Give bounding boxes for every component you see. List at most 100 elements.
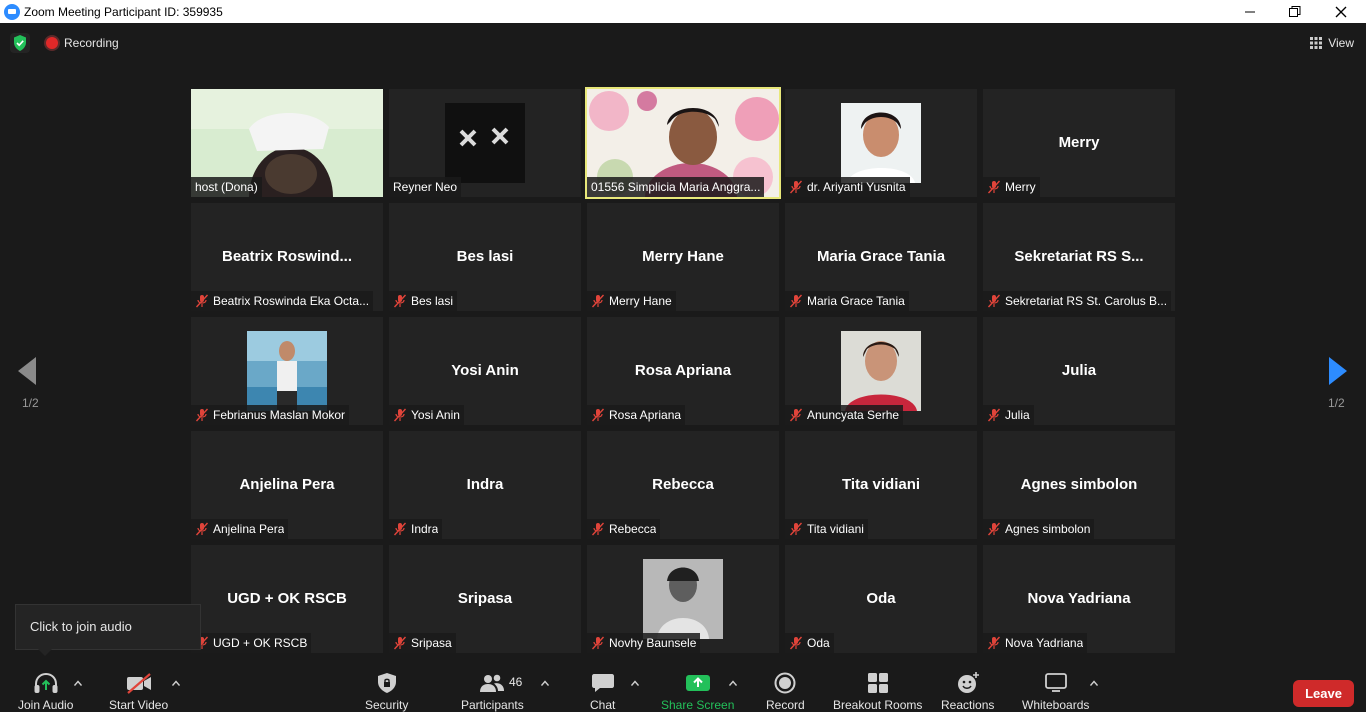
whiteboards-options-caret[interactable] — [1089, 678, 1099, 689]
participant-tile[interactable]: Julia Julia — [983, 317, 1175, 425]
participant-tile[interactable]: Nova Yadriana Nova Yadriana — [983, 545, 1175, 653]
participant-display-name: Rebecca — [652, 476, 714, 493]
participant-tile[interactable]: Tita vidiani Tita vidiani — [785, 431, 977, 539]
participant-tile[interactable]: Anuncyata Serhe — [785, 317, 977, 425]
view-button[interactable]: View — [1310, 33, 1354, 53]
chat-options-caret[interactable] — [630, 678, 640, 689]
participant-name-label: Sekretariat RS St. Carolus B... — [983, 291, 1172, 311]
participant-tile[interactable]: Merry Merry — [983, 89, 1175, 197]
participant-name-label: Maria Grace Tania — [785, 291, 909, 311]
leave-button[interactable]: Leave — [1293, 680, 1354, 707]
start-video-button[interactable]: Start Video — [109, 672, 168, 712]
previous-page-arrow-icon[interactable] — [18, 357, 38, 385]
participant-tile[interactable]: Rebecca Rebecca — [587, 431, 779, 539]
headphones-icon — [34, 672, 58, 693]
participant-name-label: Reyner Neo — [389, 177, 462, 197]
video-options-caret[interactable] — [171, 678, 181, 689]
participant-tile[interactable]: Sekretariat RS S... Sekretariat RS St. Ca… — [983, 203, 1175, 311]
participant-name-text: Indra — [411, 522, 439, 536]
reactions-button[interactable]: Reactions — [941, 672, 994, 712]
audio-options-caret[interactable] — [73, 678, 83, 689]
share-options-caret[interactable] — [728, 678, 738, 689]
participant-name-text: UGD + OK RSCB — [213, 636, 308, 650]
participant-display-name: Rosa Apriana — [634, 362, 732, 379]
whiteboard-icon — [1044, 673, 1067, 692]
participant-tile[interactable]: Reyner Neo — [389, 89, 581, 197]
participant-display-name: Beatrix Roswind... — [221, 248, 353, 265]
chevron-up-icon — [1089, 680, 1099, 686]
participant-name-text: 01556 Simplicia Maria Anggra... — [591, 180, 761, 194]
participants-icon — [480, 674, 505, 692]
participant-name-text: Maria Grace Tania — [807, 294, 905, 308]
participant-name-text: Anuncyata Serhe — [807, 408, 900, 422]
participant-name-label: Sripasa — [389, 633, 456, 653]
video-off-icon — [126, 673, 151, 694]
gallery-grid: host (Dona) Reyner Neo 01556 Simplicia Mar… — [191, 87, 1175, 653]
participant-tile[interactable]: host (Dona) — [191, 89, 383, 197]
participant-name-label: 01556 Simplicia Maria Anggra... — [587, 177, 765, 197]
participant-display-name: Yosi Anin — [451, 362, 519, 379]
participant-tile[interactable]: 01556 Simplicia Maria Anggra... — [585, 87, 781, 199]
participant-tile[interactable]: Merry Hane Merry Hane — [587, 203, 779, 311]
participant-name-label: Nova Yadriana — [983, 633, 1088, 653]
participant-name-label: Merry Hane — [587, 291, 676, 311]
participant-tile[interactable]: UGD + OK RSCB UGD + OK RSCB — [191, 545, 383, 653]
muted-mic-icon — [987, 636, 1001, 650]
participant-tile[interactable]: dr. Ariyanti Yusnita — [785, 89, 977, 197]
record-button[interactable]: Record — [766, 672, 805, 712]
shield-check-icon — [14, 35, 26, 51]
participant-name-text: Merry Hane — [609, 294, 672, 308]
muted-mic-icon — [789, 522, 803, 536]
participant-name-text: Bes lasi — [411, 294, 454, 308]
participant-display-name: Oda — [866, 590, 896, 607]
participant-name-label: Rebecca — [587, 519, 661, 539]
participant-tile[interactable]: Anjelina Pera Anjelina Pera — [191, 431, 383, 539]
maximize-button[interactable] — [1272, 0, 1318, 23]
muted-mic-icon — [987, 294, 1001, 308]
participant-name-label: Anuncyata Serhe — [785, 405, 904, 425]
muted-mic-icon — [987, 408, 1001, 422]
participant-tile[interactable]: Oda Oda — [785, 545, 977, 653]
participant-name-label: Novhy Baunsele — [587, 633, 701, 653]
encryption-shield-button[interactable] — [10, 33, 30, 53]
security-label: Security — [365, 698, 409, 712]
participant-tile[interactable]: Sripasa Sripasa — [389, 545, 581, 653]
participant-tile[interactable]: Novhy Baunsele — [587, 545, 779, 653]
participant-tile[interactable]: Febrianus Maslan Mokor — [191, 317, 383, 425]
participant-tile[interactable]: Bes lasi Bes lasi — [389, 203, 581, 311]
participant-tile[interactable]: Agnes simbolon Agnes simbolon — [983, 431, 1175, 539]
participant-tile[interactable]: Maria Grace Tania Maria Grace Tania — [785, 203, 977, 311]
title-bar: Zoom Meeting Participant ID: 359935 — [0, 0, 1366, 23]
share-screen-button[interactable]: Share Screen — [661, 672, 734, 712]
close-button[interactable] — [1318, 0, 1364, 23]
share-screen-label: Share Screen — [661, 698, 735, 712]
participant-tile[interactable]: Beatrix Roswind... Beatrix Roswinda Eka O… — [191, 203, 383, 311]
participant-name-text: Yosi Anin — [411, 408, 460, 422]
muted-mic-icon — [789, 408, 803, 422]
participant-name-label: Yosi Anin — [389, 405, 464, 425]
security-button[interactable]: Security — [365, 672, 408, 712]
join-audio-label: Join Audio — [18, 698, 74, 712]
breakout-rooms-button[interactable]: Breakout Rooms — [833, 672, 922, 712]
join-audio-tooltip: Click to join audio — [15, 604, 201, 656]
breakout-rooms-label: Breakout Rooms — [833, 698, 923, 712]
participant-name-text: Anjelina Pera — [213, 522, 285, 536]
participant-name-label: UGD + OK RSCB — [191, 633, 312, 653]
restore-icon — [1289, 5, 1301, 17]
participant-name-text: Rosa Apriana — [609, 408, 682, 422]
participants-options-caret[interactable] — [540, 678, 550, 689]
recording-indicator[interactable]: Recording — [40, 33, 119, 53]
participant-tile[interactable]: Yosi Anin Yosi Anin — [389, 317, 581, 425]
zoom-app-icon — [4, 3, 20, 20]
participant-tile[interactable]: Indra Indra — [389, 431, 581, 539]
muted-mic-icon — [393, 408, 407, 422]
chat-button[interactable]: Chat — [590, 672, 615, 712]
participant-tile[interactable]: Rosa Apriana Rosa Apriana — [587, 317, 779, 425]
whiteboards-button[interactable]: Whiteboards — [1022, 672, 1089, 712]
join-audio-button[interactable]: Join Audio — [18, 672, 73, 712]
chevron-up-icon — [540, 680, 550, 686]
record-icon — [774, 672, 796, 694]
next-page-arrow-icon[interactable] — [1329, 357, 1349, 385]
minimize-button[interactable] — [1227, 0, 1273, 23]
participant-display-name: Nova Yadriana — [1027, 590, 1131, 607]
